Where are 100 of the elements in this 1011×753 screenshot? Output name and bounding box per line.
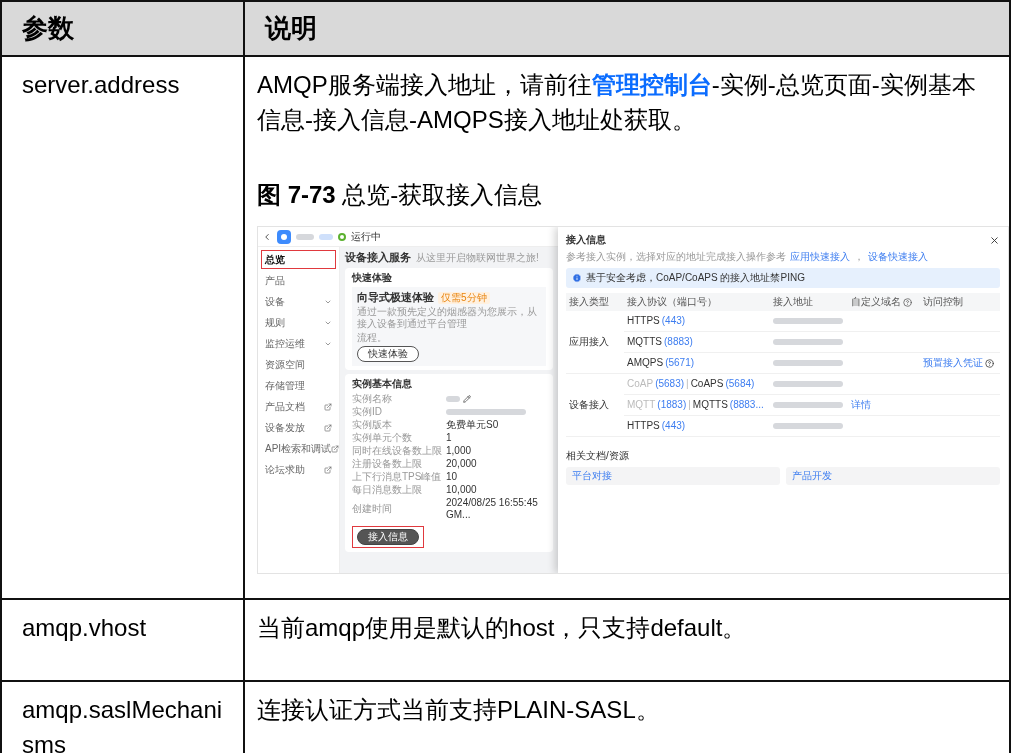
- separator: |: [688, 399, 691, 411]
- blurred-address: [773, 402, 843, 408]
- field-label: 实例ID: [352, 406, 383, 419]
- sidebar-item[interactable]: 产品文档: [261, 397, 336, 416]
- sidebar-item[interactable]: 监控运维: [261, 334, 336, 353]
- details-link[interactable]: 详情: [851, 399, 871, 411]
- panel-description: 参考接入实例，选择对应的地址完成接入操作参考: [566, 251, 786, 263]
- sidebar-item[interactable]: API检索和调试: [261, 439, 336, 458]
- port-number: (1883): [657, 399, 687, 411]
- protocol-name: CoAP: [627, 378, 654, 390]
- sidebar-item[interactable]: 论坛求助: [261, 460, 336, 479]
- port-number: (5684): [725, 378, 755, 390]
- console-link[interactable]: 管理控制台: [591, 71, 712, 98]
- sidebar-item[interactable]: 规则: [261, 313, 336, 332]
- access-info-button[interactable]: 接入信息: [357, 529, 419, 546]
- protocol-name: HTTPS: [627, 420, 660, 432]
- panel-title: 接入信息: [566, 234, 606, 246]
- protocol-name: MQTTS: [692, 399, 728, 411]
- page-subtitle: 从这里开启物联网世界之旅!: [416, 252, 539, 264]
- column-label: 接入协议（端口号）: [627, 296, 717, 308]
- blurred-address: [773, 423, 843, 429]
- protocol-name: CoAPS: [690, 378, 724, 390]
- separator: |: [686, 378, 689, 390]
- field-value: 10,000: [446, 484, 478, 497]
- time-badge: 仅需5分钟: [438, 291, 490, 304]
- column-header: 说明: [245, 2, 1011, 57]
- page-title: 设备接入服务: [345, 251, 411, 265]
- protocol-name: MQTTS: [627, 336, 662, 348]
- credential-link[interactable]: 预置接入凭证: [923, 357, 983, 369]
- help-icon: [985, 358, 994, 368]
- protocol-name: HTTPS: [627, 315, 660, 327]
- guide-description-end: 流程。: [357, 332, 387, 345]
- port-number: (5671): [665, 357, 695, 369]
- column-label: 接入类型: [569, 296, 609, 308]
- port-number: (5683): [655, 378, 685, 390]
- blurred-name: [296, 233, 314, 240]
- parameter-name: server.address: [22, 70, 181, 100]
- field-value: 10: [446, 471, 459, 484]
- field-label: 实例单元个数: [352, 432, 413, 445]
- port-number: (8883): [664, 336, 693, 348]
- guide-link[interactable]: 设备快速接入: [868, 251, 928, 263]
- description-text: AMQP服务端接入地址，请前往管理控制台-实例-总览页面-实例基本信息-接入信息-AMQPS接入地址处获取。: [257, 70, 977, 135]
- field-label: 每日消息数上限: [352, 484, 423, 497]
- blurred-tag: [319, 233, 333, 240]
- external-link-icon: [324, 423, 332, 432]
- quick-start-button[interactable]: 快速体验: [357, 346, 419, 363]
- column-label: 访问控制: [923, 296, 963, 308]
- sidebar-item[interactable]: 存储管理: [261, 376, 336, 395]
- column-header: 参数: [2, 2, 245, 57]
- card-title: 实例基本信息: [352, 378, 413, 391]
- doc-link[interactable]: 平台对接: [566, 467, 780, 485]
- description-text: 当前amqp使用是默认的host，只支持default。: [257, 613, 748, 643]
- sidebar-item[interactable]: 产品: [261, 271, 336, 290]
- doc-link[interactable]: 产品开发: [786, 467, 1000, 485]
- help-icon: [903, 297, 912, 307]
- external-link-icon: [331, 444, 340, 453]
- blurred-address: [773, 318, 843, 324]
- external-link-icon: [324, 402, 332, 411]
- blurred-address: [773, 339, 843, 345]
- back-chevron-icon: [262, 231, 272, 242]
- link-separator: ，: [854, 251, 864, 263]
- sidebar-item[interactable]: 设备发放: [261, 418, 336, 437]
- field-label: 实例名称: [352, 393, 393, 406]
- field-label: 同时在线设备数上限: [352, 445, 442, 458]
- parameter-name: amqp.saslMechanisms: [22, 695, 223, 753]
- field-value: 1: [446, 432, 453, 445]
- blurred-value: [446, 396, 460, 403]
- card-title: 快速体验: [352, 272, 393, 285]
- protocol-name: AMQPS: [627, 357, 664, 369]
- field-value: 免费单元S0: [446, 419, 500, 432]
- column-label: 接入地址: [773, 296, 813, 308]
- field-value: 1,000: [446, 445, 473, 458]
- guide-link[interactable]: 应用快速接入: [790, 251, 850, 263]
- figure-caption: 图 7-73 总览-获取接入信息: [257, 180, 544, 210]
- port-number: (443): [661, 315, 686, 327]
- blurred-address: [773, 360, 843, 366]
- info-icon: [572, 273, 582, 283]
- field-label: 创建时间: [352, 503, 393, 516]
- notice-text: 基于安全考虑，CoAP/CoAPS 的接入地址禁PING: [586, 272, 805, 284]
- sidebar-item[interactable]: 总览: [261, 250, 336, 269]
- table-cell: 设备接入: [566, 374, 624, 437]
- sidebar-item[interactable]: 设备: [261, 292, 336, 311]
- status-ring-icon: [338, 232, 346, 241]
- sidebar-item[interactable]: 资源空间: [261, 355, 336, 374]
- status-text: 运行中: [351, 230, 381, 243]
- table-cell: 应用接入: [566, 311, 624, 374]
- description-text: 连接认证方式当前支持PLAIN-SASL。: [257, 695, 661, 725]
- close-icon[interactable]: [989, 234, 1000, 246]
- field-label: 上下行消息TPS峰值: [352, 471, 442, 484]
- column-label: 自定义域名: [851, 296, 901, 308]
- field-label: 实例版本: [352, 419, 393, 432]
- section-title: 相关文档/资源: [566, 450, 630, 462]
- guide-heading: 向导式极速体验: [357, 291, 434, 305]
- blurred-address: [773, 381, 843, 387]
- field-value: 20,000: [446, 458, 478, 471]
- field-label: 注册设备数上限: [352, 458, 423, 471]
- port-number: (8883...: [729, 399, 764, 411]
- protocol-name: MQTT: [627, 399, 656, 411]
- port-number: (443): [661, 420, 686, 432]
- field-value: 2024/08/25 16:55:45 GM...: [446, 497, 539, 522]
